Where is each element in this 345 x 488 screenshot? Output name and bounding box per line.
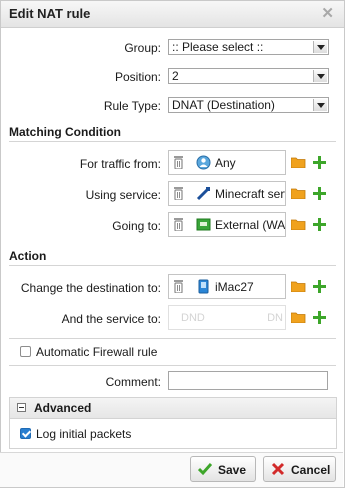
group-label: Group:	[124, 41, 161, 55]
action-heading: Action	[9, 249, 47, 263]
position-select[interactable]: 2	[168, 68, 329, 84]
chevron-down-icon	[313, 99, 327, 111]
cancel-button[interactable]: Cancel	[263, 456, 336, 482]
log-initial-packets-label: Log initial packets	[36, 427, 132, 441]
network-interface-icon	[196, 218, 211, 231]
host-icon	[198, 279, 209, 294]
section-divider	[9, 338, 336, 339]
service-to-label: And the service to:	[61, 312, 161, 326]
section-divider	[9, 265, 336, 266]
folder-icon[interactable]	[291, 157, 306, 168]
folder-icon[interactable]	[291, 188, 306, 199]
cancel-button-label: Cancel	[291, 463, 331, 477]
service-to-field[interactable]: DND DN	[168, 305, 286, 330]
auto-firewall-label: Automatic Firewall rule	[36, 345, 158, 359]
edit-nat-rule-dialog: Edit NAT rule ✕ Group: :: Please select …	[0, 0, 345, 488]
matching-condition-heading: Matching Condition	[9, 125, 121, 139]
folder-icon[interactable]	[291, 219, 306, 230]
service-to-placeholder: DND	[181, 312, 205, 324]
change-destination-value: iMac27	[215, 280, 254, 294]
cancel-x-icon	[271, 462, 285, 476]
group-select[interactable]: :: Please select ::	[168, 39, 329, 55]
traffic-from-label: For traffic from:	[79, 157, 161, 171]
dialog-titlebar: Edit NAT rule ✕	[1, 1, 344, 28]
advanced-header[interactable]: Advanced	[10, 398, 336, 419]
rule-type-select[interactable]: DNAT (Destination)	[168, 97, 329, 113]
comment-input[interactable]	[168, 371, 328, 390]
going-to-label: Going to:	[112, 219, 161, 233]
add-icon[interactable]	[313, 280, 326, 293]
section-divider	[9, 365, 336, 366]
advanced-panel: Advanced Log initial packets	[9, 397, 337, 449]
rule-type-select-value: DNAT (Destination)	[172, 98, 275, 112]
service-plug-icon	[196, 187, 210, 201]
chevron-down-icon	[313, 41, 327, 53]
trash-icon[interactable]	[173, 280, 184, 293]
folder-icon[interactable]	[291, 312, 306, 323]
change-destination-label: Change the destination to:	[20, 281, 161, 295]
trash-icon[interactable]	[173, 187, 184, 200]
add-icon[interactable]	[313, 187, 326, 200]
advanced-heading: Advanced	[34, 401, 92, 415]
auto-firewall-checkbox[interactable]	[20, 346, 31, 357]
folder-icon[interactable]	[291, 281, 306, 292]
going-to-value: External (WAN)	[215, 218, 286, 232]
position-label: Position:	[114, 70, 161, 84]
service-to-placeholder-right: DN	[267, 312, 283, 324]
chevron-down-icon	[313, 70, 327, 82]
add-icon[interactable]	[313, 311, 326, 324]
checkmark-icon	[198, 463, 212, 476]
comment-label: Comment:	[105, 375, 161, 389]
collapse-icon[interactable]	[17, 403, 26, 412]
add-icon[interactable]	[313, 218, 326, 231]
trash-icon[interactable]	[173, 156, 184, 169]
log-initial-packets-checkbox[interactable]	[20, 428, 31, 439]
traffic-from-value: Any	[215, 156, 236, 170]
group-select-value: :: Please select ::	[172, 40, 264, 54]
trash-icon[interactable]	[173, 218, 184, 231]
using-service-field: Minecraft server	[168, 181, 286, 206]
dialog-title: Edit NAT rule	[9, 6, 91, 21]
change-destination-field: iMac27	[168, 274, 286, 299]
position-select-value: 2	[172, 69, 179, 83]
using-service-value: Minecraft server	[215, 187, 285, 201]
section-divider	[9, 141, 336, 142]
save-button-label: Save	[218, 463, 247, 477]
close-icon[interactable]: ✕	[321, 4, 334, 22]
add-icon[interactable]	[313, 156, 326, 169]
save-button[interactable]: Save	[190, 456, 256, 482]
globe-user-icon	[196, 155, 211, 170]
using-service-label: Using service:	[85, 188, 161, 202]
traffic-from-field: Any	[168, 150, 286, 175]
rule-type-label: Rule Type:	[103, 99, 161, 113]
going-to-field: External (WAN)	[168, 212, 286, 237]
